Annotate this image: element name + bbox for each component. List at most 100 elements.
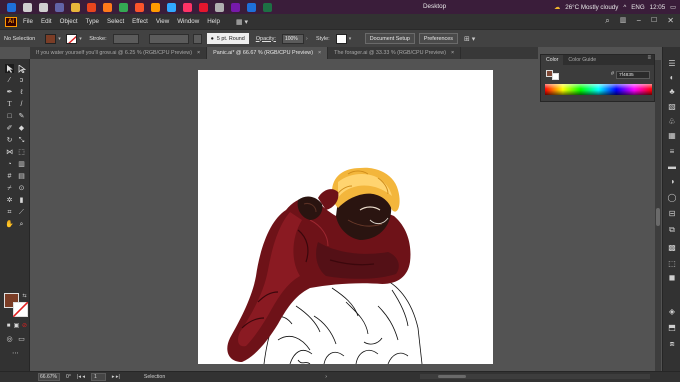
symbols-icon[interactable]: ♧: [667, 117, 677, 126]
tab-panic[interactable]: Panic.ai* @ 66.67 % (RGB/CPU Preview) ×: [207, 47, 329, 59]
brush-definition-field[interactable]: [192, 33, 202, 44]
libraries-icon[interactable]: ♣: [667, 87, 677, 96]
width-tool-icon[interactable]: ⋈: [5, 148, 14, 157]
file-explorer-icon[interactable]: [71, 2, 80, 12]
chevron-right-icon[interactable]: ›: [306, 36, 312, 42]
menu-effect[interactable]: Effect: [132, 18, 148, 25]
tray-arrow-icon[interactable]: ^: [623, 4, 626, 11]
zoom-field[interactable]: 66.67%: [38, 373, 60, 381]
rotate-view-icon[interactable]: 0°: [66, 374, 71, 380]
menu-select[interactable]: Select: [107, 18, 124, 25]
blend-tool-icon[interactable]: ⊙: [17, 184, 26, 193]
direct-selection-tool-icon[interactable]: [17, 64, 26, 73]
panel-menu-icon[interactable]: ≡: [647, 55, 651, 65]
media-player-icon[interactable]: [87, 2, 96, 12]
style-swatch[interactable]: [335, 33, 347, 44]
language-indicator[interactable]: ENG: [631, 4, 644, 11]
artboard-tool-icon[interactable]: ⌗: [5, 208, 14, 217]
zoom-tool-icon[interactable]: ⌕: [17, 220, 26, 229]
maximize-icon[interactable]: ☐: [651, 16, 657, 26]
stroke-swatch[interactable]: [66, 33, 78, 44]
color-guide-tab[interactable]: Color Guide: [563, 55, 601, 65]
weather-icon[interactable]: ☁: [554, 4, 560, 11]
tab-water-yourself[interactable]: If you water yourself you'll grow.ai @ 6…: [30, 47, 208, 59]
chevron-right-icon[interactable]: ›: [325, 374, 327, 380]
stroke-weight-field[interactable]: [112, 33, 139, 44]
type-tool-icon[interactable]: T: [5, 100, 14, 109]
settings-icon[interactable]: [215, 2, 224, 12]
desktop-label[interactable]: Desktop: [423, 3, 446, 10]
photoshop-icon[interactable]: [167, 2, 176, 12]
shape-builder-tool-icon[interactable]: ◔: [5, 160, 14, 169]
screen-mode-icon[interactable]: ▭: [17, 335, 26, 344]
magic-wand-tool-icon[interactable]: ⁄: [5, 76, 14, 85]
weather-text[interactable]: 26°C Mostly cloudy: [565, 4, 618, 11]
mesh-tool-icon[interactable]: #: [5, 172, 14, 181]
align-icon[interactable]: ⊟: [667, 209, 677, 218]
pen-tool-icon[interactable]: ✒: [5, 88, 14, 97]
windows-start-icon[interactable]: [7, 2, 16, 12]
task-view-icon[interactable]: [39, 2, 48, 12]
menu-file[interactable]: File: [23, 18, 33, 25]
layers-icon[interactable]: ◐: [667, 73, 677, 82]
store-icon[interactable]: [247, 2, 256, 12]
shaper-tool-icon[interactable]: ✐: [5, 124, 14, 133]
workspace-switcher-icon[interactable]: ▦ ▾: [236, 18, 248, 26]
arrange-icon[interactable]: ▥: [620, 16, 627, 26]
pathfinder-icon[interactable]: ⧉: [667, 225, 677, 234]
weibo-icon[interactable]: [199, 2, 208, 12]
horizontal-scrollbar[interactable]: [420, 374, 650, 379]
first-artboard-icon[interactable]: |◂ ◂: [77, 374, 85, 380]
stroke-color-swatch[interactable]: [13, 302, 28, 317]
graphic-styles-icon[interactable]: ▦: [667, 131, 677, 140]
opacity-label[interactable]: Opacity:: [256, 36, 276, 42]
eyedropper-tool-icon[interactable]: ⌿: [5, 184, 14, 193]
artboards-icon[interactable]: ◼: [667, 273, 677, 282]
lasso-tool-icon[interactable]: ↄ: [17, 76, 26, 85]
notification-icon[interactable]: ▭: [670, 4, 676, 11]
clock[interactable]: 12:05: [650, 4, 665, 11]
brushes-icon[interactable]: ▧: [667, 102, 677, 111]
minimize-icon[interactable]: −: [636, 16, 641, 26]
document-setup-button[interactable]: Document Setup: [364, 33, 415, 44]
transform-icon[interactable]: ⬚: [667, 259, 677, 268]
status-mode[interactable]: Selection: [144, 374, 165, 380]
chrome-icon[interactable]: [119, 2, 128, 12]
menu-object[interactable]: Object: [60, 18, 78, 25]
eraser-tool-icon[interactable]: ◆: [17, 124, 26, 133]
fill-swatch[interactable]: [45, 33, 57, 44]
close-icon[interactable]: ×: [197, 50, 200, 56]
close-icon[interactable]: ✕: [667, 16, 674, 26]
symbol-sprayer-tool-icon[interactable]: ✲: [5, 196, 14, 205]
swatches-icon[interactable]: ▩: [667, 243, 677, 252]
line-tool-icon[interactable]: /: [17, 100, 26, 109]
excel-icon[interactable]: [263, 2, 272, 12]
transparency-icon[interactable]: ◑: [667, 177, 677, 186]
perspective-grid-tool-icon[interactable]: ▥: [17, 160, 26, 169]
chevron-down-icon[interactable]: ▾: [58, 36, 64, 42]
paintbrush-tool-icon[interactable]: ✎: [17, 112, 26, 121]
indesign-icon[interactable]: [183, 2, 192, 12]
menu-help[interactable]: Help: [207, 18, 220, 25]
selection-tool-icon[interactable]: [5, 64, 14, 73]
none-mode-icon[interactable]: ⊘: [20, 321, 29, 330]
firefox-icon[interactable]: [103, 2, 112, 12]
rectangle-tool-icon[interactable]: □: [5, 112, 14, 121]
asset-export-icon[interactable]: ⬒: [667, 323, 677, 332]
brave-icon[interactable]: [135, 2, 144, 12]
hand-tool-icon[interactable]: ✋: [5, 220, 14, 229]
brush-select[interactable]: ● 5 pt. Round: [206, 33, 249, 44]
illustrator-icon[interactable]: [151, 2, 160, 12]
scroll-thumb[interactable]: [438, 375, 466, 378]
variable-width-field[interactable]: [148, 33, 189, 44]
close-icon[interactable]: ×: [318, 50, 321, 56]
onenote-icon[interactable]: [231, 2, 240, 12]
artboard-number[interactable]: 1: [90, 373, 106, 381]
rotate-tool-icon[interactable]: ↻: [5, 136, 14, 145]
scroll-thumb[interactable]: [656, 208, 660, 226]
gradient-panel-icon[interactable]: ▬: [667, 162, 677, 171]
column-graph-tool-icon[interactable]: ▮: [17, 196, 26, 205]
search-icon[interactable]: [23, 2, 32, 12]
edit-toolbar-icon[interactable]: ⋯: [11, 349, 20, 358]
artboard[interactable]: [198, 70, 493, 364]
